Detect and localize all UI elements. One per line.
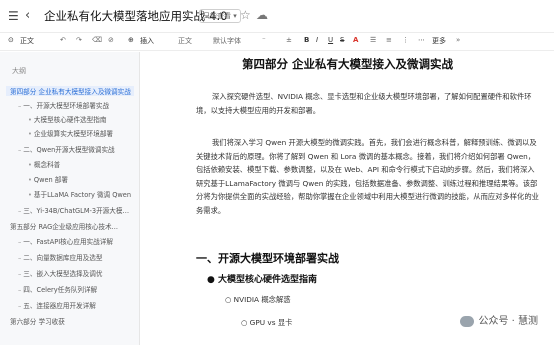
list-icon[interactable]: ☰ [370,36,376,44]
outline-item[interactable]: –三、Yi-34B/ChatGLM-3开源大模型接入... [18,205,134,215]
caret-icon: – [18,254,22,262]
caret-icon: – [18,207,22,215]
format-painter-icon[interactable]: ⌫ [92,36,102,44]
size-icon[interactable]: ± [286,36,292,44]
cloud-icon[interactable]: ☁ [256,8,268,22]
more-chevron-icon[interactable]: » [456,36,460,44]
bold-icon[interactable]: B [304,36,309,44]
outline-item[interactable]: – 四、Celery任务队列详解 [18,284,134,294]
underline-icon[interactable]: U [328,36,333,44]
caret-icon: – [18,146,22,154]
permission-badge[interactable]: 只能查看 ▾ [199,9,241,23]
more-icon[interactable]: ⋯ [418,36,425,44]
paragraph-qwen: 我们将深入学习 Qwen 开源大模型的微调实践。首先，我们会进行概念科普，解释预… [196,138,539,215]
outline-item[interactable]: – 一、开源大模型环境部署实战 [18,100,134,110]
italic-icon[interactable]: I [316,36,318,44]
undo-icon[interactable]: ↶ [60,36,66,44]
caret-icon: – [18,270,22,278]
outline-item[interactable]: – 二、Qwen开源大模型微调实战 [18,144,134,154]
more-button[interactable]: 更多 [432,36,446,46]
align-icon[interactable]: ≡ [386,36,392,44]
bullet-icon: • [28,191,32,199]
caret-icon: – [18,286,22,294]
outline-item[interactable]: • 大模型核心硬件选型指南 [28,114,134,124]
menu-icon[interactable]: ☰ [8,9,19,23]
outline-item[interactable]: – 二、向量数据库应用及选型 [18,252,134,262]
font-select[interactable]: 默认字体 [213,36,241,46]
outline-item[interactable]: – 三、嵌入大模型选择及调优 [18,268,134,278]
outline-item[interactable]: – 一、FastAPI核心应用实战详解 [18,236,134,246]
insert-plus-icon[interactable]: ⊕ [128,36,134,44]
part-heading: 第四部分 企业私有大模型接入及微调实战 [241,57,453,71]
outline-title: 大纲 [12,67,26,75]
outline-item[interactable]: 第五部分 RAG企业级应用核心技术... [10,221,134,231]
watermark: 公众号 · 慧测 [460,312,538,327]
star-icon[interactable]: ☆ [240,8,251,22]
outline-sidebar: 大纲 第四部分 企业私有大模型接入及微调实战 – 一、开源大模型环境部署实战 • 大… [0,52,140,345]
outline-item[interactable]: 第六部分 学习收获 [10,316,134,326]
outline-item[interactable]: 第四部分 企业私有大模型接入及微调实战 [6,86,134,96]
title-bar: ☰ ‹ 企业私有化大模型落地应用实战-4.0 只能查看 ▾ ☆ ☁ [0,0,554,33]
insert-button[interactable]: 插入 [140,36,154,46]
font-color-icon[interactable]: A [353,36,358,44]
bullet-icon: • [28,161,32,169]
back-icon[interactable]: ‹ [25,8,30,23]
bullet-item: ○ NVIDIA 概念解惑 [225,295,291,304]
outline-item[interactable]: – 五、连接器应用开发详解 [18,300,134,310]
numbered-list-icon[interactable]: ⋮ [402,36,409,44]
body-style-label[interactable]: 正文 [20,36,34,46]
toolbar: ⊙ 正文 ↶ ↷ ⌫ ⊘ ⊕ 插入 正文 默认字体 ⁻ ± B I U S A … [0,33,554,51]
outline-item[interactable]: • 企业级算实大模型环境部署 [28,128,134,138]
caret-icon: – [18,238,22,246]
section-heading: 一、开源大模型环境部署实战 [196,252,339,265]
paragraph-intro: 深入探究硬件选型、NVIDIA 概念、显卡选型和企业级大模型环境部署，了解如何配… [196,92,532,115]
bullet-icon: • [28,116,32,124]
clear-format-icon[interactable]: ⊘ [108,36,114,44]
outline-item[interactable]: • 概念科普 [28,159,134,169]
view-icon[interactable]: ⊙ [8,36,14,44]
caret-icon: – [18,302,22,310]
font-size-select[interactable]: ⁻ [262,36,266,44]
subsection-heading: ● 大模型核心硬件选型指南 [207,275,317,285]
caret-icon: – [18,102,22,110]
outline-item[interactable]: • 基于LLaMA Factory 微调 Qwen [28,189,134,199]
style-select[interactable]: 正文 [178,36,192,46]
bullet-item: ○ GPU vs 显卡 [241,318,293,327]
bullet-icon: • [28,176,32,184]
wechat-icon [460,315,475,327]
document-body: 第四部分 企业私有大模型接入及微调实战 深入探究硬件选型、NVIDIA 概念、显… [141,52,554,345]
bullet-icon: • [28,130,32,138]
outline-item[interactable]: • Qwen 部署 [28,174,134,184]
redo-icon[interactable]: ↷ [76,36,82,44]
strikethrough-icon[interactable]: S [340,36,344,44]
